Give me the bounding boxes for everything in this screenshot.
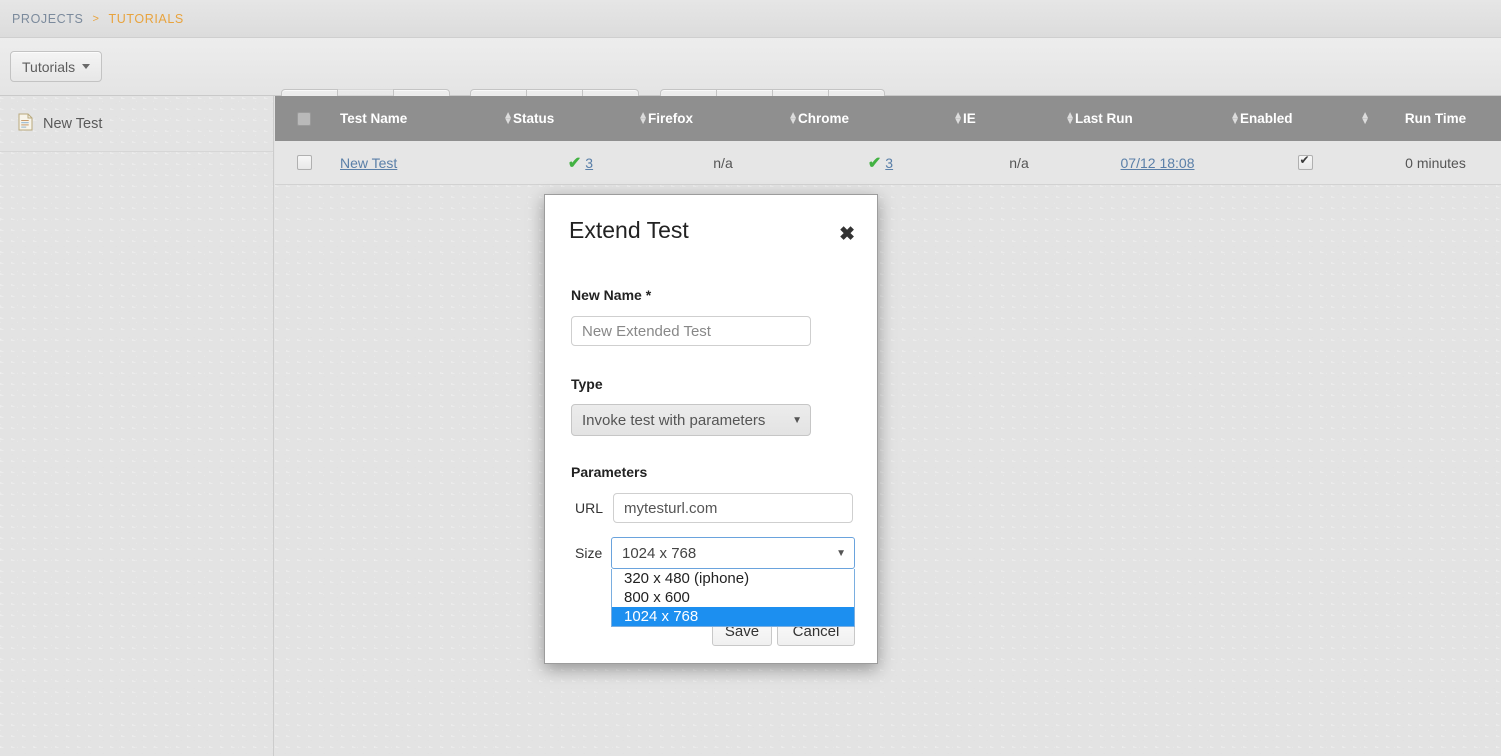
sort-icon[interactable]: ▲ ▼ — [1230, 111, 1240, 127]
column-header-status[interactable]: Status ▲ ▼ — [513, 96, 648, 141]
column-header-firefox[interactable]: Firefox ▲ ▼ — [648, 96, 798, 141]
enabled-checkbox[interactable] — [1297, 153, 1313, 170]
chevron-down-icon: ▼ — [792, 414, 802, 426]
status-check-icon: ✔ — [567, 154, 582, 172]
cell-enabled — [1240, 141, 1370, 185]
chevron-down-icon — [82, 64, 91, 69]
column-label: Last Run — [1075, 111, 1133, 126]
sort-icon[interactable]: ▲ ▼ — [953, 111, 963, 127]
size-option-1024x768[interactable]: 1024 x 768 — [612, 607, 854, 626]
sidebar-item-label: New Test — [43, 115, 103, 132]
column-label: Chrome — [798, 111, 850, 126]
close-icon[interactable]: ✖ — [839, 225, 855, 244]
row-select-cell — [275, 141, 333, 185]
cell-chrome: ✔ 3 — [798, 141, 963, 185]
select-all-header — [275, 96, 333, 141]
breadcrumb: PROJECTS > TUTORIALS — [0, 0, 1501, 38]
size-select-value: 1024 x 768 — [622, 544, 697, 562]
type-select[interactable]: Invoke test with parameters ▼ — [571, 404, 811, 436]
column-header-chrome[interactable]: Chrome ▲ ▼ — [798, 96, 963, 141]
cell-status: ✔ 3 — [513, 141, 648, 185]
sort-icon[interactable]: ▲ ▼ — [788, 111, 798, 127]
column-header-last-run[interactable]: Last Run ▲ ▼ — [1075, 96, 1240, 141]
breadcrumb-projects-link[interactable]: PROJECTS — [12, 12, 83, 26]
last-run-link[interactable]: 07/12 18:08 — [1121, 155, 1195, 171]
column-header-enabled[interactable]: Enabled ▲ ▼ — [1240, 96, 1370, 141]
size-option-800x600[interactable]: 800 x 600 — [612, 588, 854, 607]
sort-icon[interactable]: ▲ ▼ — [1360, 111, 1370, 127]
project-dropdown[interactable]: Tutorials — [10, 51, 103, 82]
size-select[interactable]: 1024 x 768 ▼ — [611, 537, 855, 569]
type-select-value: Invoke test with parameters — [582, 411, 766, 429]
chevron-down-icon: ▼ — [836, 547, 846, 559]
type-label: Type — [571, 376, 603, 392]
column-header-test-name[interactable]: Test Name ▲ ▼ — [333, 96, 513, 141]
column-header-run-time: Run Time — [1370, 96, 1501, 141]
test-table: Test Name ▲ ▼ Status ▲ ▼ Firefox ▲ ▼ Chrome… — [275, 96, 1501, 185]
project-dropdown-label: Tutorials — [22, 58, 76, 75]
sidebar: New Test — [0, 96, 274, 756]
chrome-check-icon: ✔ — [867, 154, 882, 172]
size-options-dropdown: 320 x 480 (iphone) 800 x 600 1024 x 768 — [611, 569, 855, 627]
url-label: URL — [575, 500, 604, 516]
cell-last-run: 07/12 18:08 — [1075, 141, 1240, 185]
column-label: Status — [513, 111, 555, 126]
status-count-link[interactable]: 3 — [585, 155, 593, 171]
modal-title: Extend Test — [569, 217, 689, 243]
column-header-ie[interactable]: IE ▲ ▼ — [963, 96, 1075, 141]
toolbar: Tutorials — [0, 38, 1501, 123]
sort-icon[interactable]: ▲ ▼ — [638, 111, 648, 127]
breadcrumb-separator: > — [92, 12, 100, 25]
new-name-input[interactable] — [571, 316, 811, 346]
url-input[interactable] — [613, 493, 853, 523]
breadcrumb-tutorials-link[interactable]: TUTORIALS — [109, 12, 184, 26]
row-select-checkbox[interactable] — [296, 155, 312, 170]
sort-icon[interactable]: ▲ ▼ — [1065, 111, 1075, 127]
parameters-label: Parameters — [571, 464, 648, 480]
cell-ie: n/a — [1009, 154, 1029, 171]
sidebar-item-new-test[interactable]: New Test — [0, 96, 273, 152]
cell-firefox: n/a — [713, 154, 733, 171]
size-option-320x480[interactable]: 320 x 480 (iphone) — [612, 569, 854, 588]
size-label: Size — [575, 545, 603, 561]
column-label: Firefox — [648, 111, 694, 126]
column-label: IE — [963, 111, 976, 126]
chrome-count-link[interactable]: 3 — [885, 155, 893, 171]
select-all-checkbox[interactable] — [297, 111, 311, 126]
column-label: Enabled — [1240, 111, 1293, 126]
new-name-label: New Name * — [571, 287, 652, 303]
cell-test-name: New Test — [333, 141, 513, 185]
document-icon — [18, 113, 33, 135]
test-name-link[interactable]: New Test — [340, 155, 397, 171]
column-label: Test Name — [340, 111, 408, 126]
table-header-row: Test Name ▲ ▼ Status ▲ ▼ Firefox ▲ ▼ Chrome… — [275, 96, 1501, 141]
extend-test-modal: Extend Test ✖ New Name * Type Invoke tes… — [544, 194, 878, 664]
table-row[interactable]: New Test ✔ 3 n/a ✔ 3 n/a 07/12 18:08 0 m… — [275, 141, 1501, 185]
cell-run-time: 0 minutes — [1405, 154, 1466, 171]
column-label: Run Time — [1404, 111, 1467, 126]
sort-icon[interactable]: ▲ ▼ — [503, 111, 513, 127]
